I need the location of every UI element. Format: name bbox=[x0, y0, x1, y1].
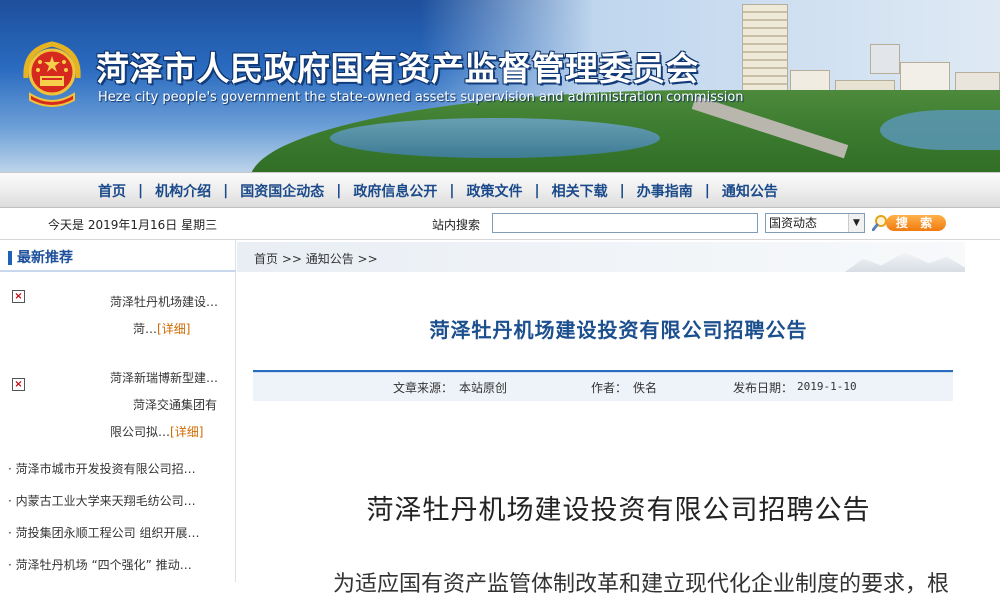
nav-item-news[interactable]: 国资国企动态 | bbox=[240, 181, 353, 201]
broken-image-icon[interactable]: × bbox=[12, 378, 25, 391]
site-search-label: 站内搜索 bbox=[432, 218, 481, 232]
source-value: 本站原创 bbox=[459, 381, 508, 395]
nav-item-guide[interactable]: 办事指南 | bbox=[637, 181, 722, 201]
search-input[interactable] bbox=[492, 213, 758, 233]
news-list-item[interactable]: · 内蒙古工业大学来天翔毛纺公司… bbox=[8, 492, 196, 509]
breadcrumb-bar: 首页 >> 通知公告 >> bbox=[237, 242, 965, 272]
author-value: 佚名 bbox=[633, 381, 658, 395]
nav-item-label[interactable]: 相关下载 bbox=[552, 181, 608, 201]
nav-separator: | bbox=[336, 183, 342, 199]
site-subtitle: Heze city people's government the state-… bbox=[98, 90, 744, 105]
nav-item-policies[interactable]: 政策文件 | bbox=[467, 181, 552, 201]
breadcrumb[interactable]: 首页 >> 通知公告 >> bbox=[254, 250, 378, 267]
chevron-down-icon[interactable]: ▼ bbox=[848, 214, 864, 232]
nav-item-downloads[interactable]: 相关下载 | bbox=[552, 181, 637, 201]
site-title: 菏泽市人民政府国有资产监督管理委员会 bbox=[96, 49, 699, 88]
nav-item-label[interactable]: 首页 bbox=[98, 181, 126, 201]
building bbox=[870, 44, 900, 74]
search-toolbar: 今天是 2019年1月16日 星期三 站内搜索 国资动态 ▼ 搜 索 bbox=[0, 208, 1000, 240]
site-banner: 菏泽市人民政府国有资产监督管理委员会 Heze city people's go… bbox=[0, 0, 1000, 172]
featured-item-summary: 限公司拟…[详细] bbox=[110, 423, 203, 440]
details-link[interactable]: [详细] bbox=[170, 425, 203, 439]
search-scope-value: 国资动态 bbox=[769, 216, 818, 230]
nav-separator: | bbox=[619, 183, 625, 199]
source-label: 文章来源： bbox=[393, 381, 454, 395]
nav-separator: | bbox=[704, 183, 710, 199]
news-list-item[interactable]: · 菏投集团永顺工程公司 组织开展… bbox=[8, 524, 199, 541]
featured-item-summary: 菏泽交通集团有 bbox=[133, 398, 218, 412]
featured-item-summary-text: 限公司拟… bbox=[110, 425, 171, 439]
nav-separator: | bbox=[223, 183, 229, 199]
body-paragraph: 为适应国有资产监管体制改革和建立现代化企业制度的要求，根 bbox=[333, 572, 950, 597]
date-label: 发布日期： bbox=[733, 381, 794, 395]
sidebar-header: 最新推荐 bbox=[0, 242, 236, 272]
decorative-mountains bbox=[845, 252, 965, 272]
news-list-item[interactable]: · 菏泽市城市开发投资有限公司招… bbox=[8, 460, 196, 477]
search-button[interactable]: 搜 索 bbox=[872, 213, 948, 233]
banner-river bbox=[880, 110, 1000, 150]
search-button-label[interactable]: 搜 索 bbox=[886, 215, 946, 231]
featured-item-summary: 菏…[详细] bbox=[133, 320, 190, 337]
current-date: 今天是 2019年1月16日 星期三 bbox=[48, 218, 218, 232]
news-list-item[interactable]: · 菏泽牡丹机场 “四个强化” 推动… bbox=[8, 556, 192, 573]
document-title: 菏泽牡丹机场建设投资有限公司招聘公告 bbox=[366, 495, 871, 526]
nav-separator: | bbox=[449, 183, 455, 199]
article-title: 菏泽牡丹机场建设投资有限公司招聘公告 bbox=[429, 318, 808, 342]
nav-item-label[interactable]: 办事指南 bbox=[637, 181, 693, 201]
nav-separator: | bbox=[534, 183, 540, 199]
nav-item-label[interactable]: 机构介绍 bbox=[155, 181, 211, 201]
banner-lake bbox=[330, 118, 660, 158]
details-link[interactable]: [详细] bbox=[157, 322, 190, 336]
sidebar-title: 最新推荐 bbox=[17, 250, 73, 266]
featured-item-summary-text: 菏… bbox=[133, 322, 158, 336]
date-value: 2019-1-10 bbox=[797, 380, 857, 393]
main-nav: 首页 | 机构介绍 | 国资国企动态 | 政府信息公开 | 政策文件 | 相关下载 | 办事… bbox=[0, 172, 1000, 208]
nav-item-about[interactable]: 机构介绍 | bbox=[155, 181, 240, 201]
nav-item-label[interactable]: 政策文件 bbox=[467, 181, 523, 201]
nav-item-label[interactable]: 政府信息公开 bbox=[353, 181, 437, 201]
nav-item-notices[interactable]: 通知公告 bbox=[722, 181, 778, 201]
author-label: 作者： bbox=[591, 381, 628, 395]
broken-image-icon[interactable]: × bbox=[12, 290, 25, 303]
search-scope-select[interactable]: 国资动态 ▼ bbox=[765, 213, 865, 233]
article-panel: 首页 >> 通知公告 >> 菏泽牡丹机场建设投资有限公司招聘公告 文章来源： 本… bbox=[237, 240, 1000, 597]
nav-separator: | bbox=[138, 183, 144, 199]
featured-item-title[interactable]: 菏泽新瑞博新型建… bbox=[110, 369, 218, 386]
featured-item-title[interactable]: 菏泽牡丹机场建设… bbox=[110, 293, 218, 310]
nav-item-home[interactable]: 首页 | bbox=[98, 181, 155, 201]
article-meta: 文章来源： 本站原创 作者： 佚名 发布日期： 2019-1-10 bbox=[253, 373, 953, 401]
heading-marker bbox=[8, 251, 12, 265]
nav-item-label[interactable]: 通知公告 bbox=[722, 181, 778, 201]
nav-item-label[interactable]: 国资国企动态 bbox=[240, 181, 324, 201]
national-emblem-icon bbox=[23, 41, 81, 107]
nav-item-disclosure[interactable]: 政府信息公开 | bbox=[353, 181, 466, 201]
sidebar: 最新推荐 × 菏泽牡丹机场建设… 菏…[详细] × 菏泽新瑞博新型建… 菏泽交通… bbox=[0, 240, 236, 582]
